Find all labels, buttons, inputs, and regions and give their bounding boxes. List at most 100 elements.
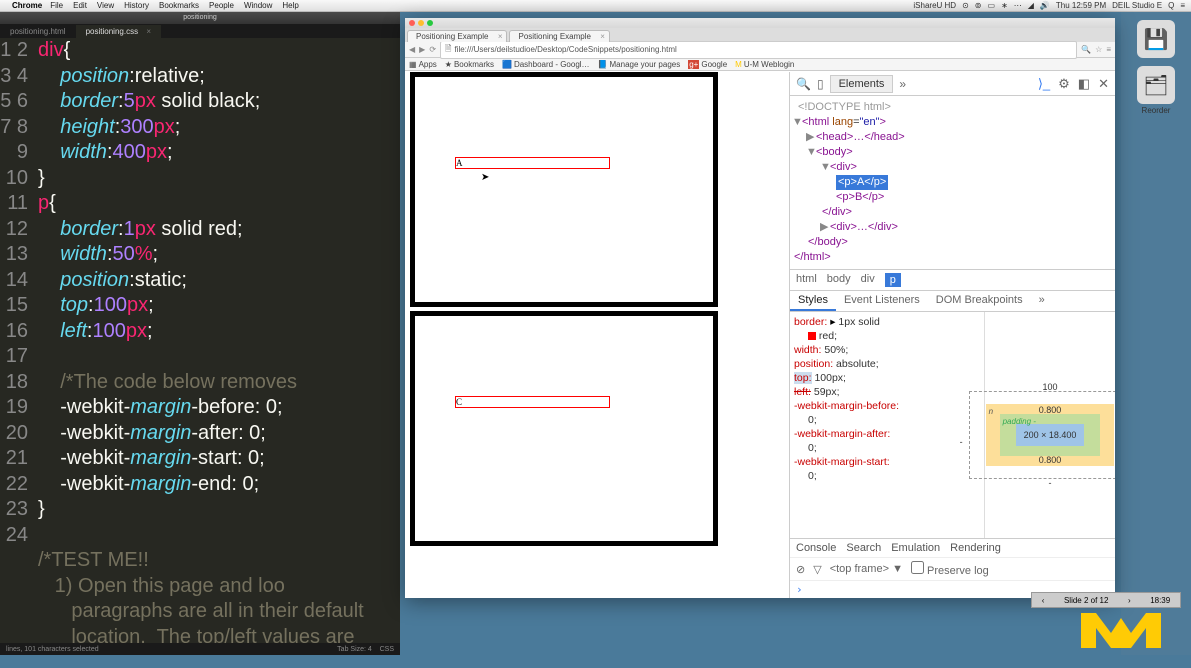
tab-positioning-css[interactable]: positioning.css ×: [76, 25, 161, 38]
dashboard-bookmark[interactable]: 🟦 Dashboard - Googl…: [502, 60, 590, 69]
chrome-window: Positioning Example× Positioning Example…: [405, 18, 1115, 598]
app-name[interactable]: Chrome: [12, 1, 42, 10]
filter-icon[interactable]: ▽: [813, 563, 821, 576]
wifi-icon[interactable]: ⊚: [975, 1, 982, 10]
status-syntax[interactable]: CSS: [380, 646, 394, 653]
wifi-signal-icon[interactable]: ◢: [1028, 1, 1034, 10]
dots-icon[interactable]: ⋯: [1014, 1, 1022, 10]
line-gutter: 1 2 3 4 5 6 7 8 9 10 11 12 13 14 15 16 1…: [0, 38, 32, 650]
console-toggle-icon[interactable]: ⟩_: [1038, 76, 1050, 92]
star-icon[interactable]: ☆: [1095, 45, 1102, 54]
zoom-window-icon[interactable]: [427, 20, 433, 26]
menu-people[interactable]: People: [209, 1, 234, 10]
sublime-tabs: positioning.html positioning.css ×: [0, 24, 400, 38]
clock[interactable]: Thu 12:59 PM: [1056, 1, 1106, 10]
desktop-area: 💾 🗂Reorder: [1121, 12, 1191, 655]
url-field[interactable]: 🗎file:///Users/deilstudioe/Desktop/CodeS…: [440, 41, 1077, 59]
crumb-body[interactable]: body: [827, 273, 851, 287]
color-swatch-icon[interactable]: [808, 332, 816, 340]
styles-pane: border: ▸ 1px solid red; width: 50%; pos…: [790, 312, 1115, 538]
dock-icon[interactable]: ◧: [1078, 76, 1090, 92]
sublime-window: positioning positioning.html positioning…: [0, 12, 400, 655]
tab-styles[interactable]: Styles: [790, 291, 836, 311]
code-body[interactable]: div{ position:relative; border:5px solid…: [32, 38, 364, 650]
tab-dom-breakpoints[interactable]: DOM Breakpoints: [928, 291, 1031, 311]
sublime-statusbar: lines, 101 characters selected Tab Size:…: [0, 643, 400, 655]
chrome-tabstrip: Positioning Example× Positioning Example…: [405, 28, 1115, 42]
search-icon[interactable]: 🔍: [796, 77, 811, 91]
device-icon[interactable]: ▯: [817, 77, 824, 91]
dom-tree[interactable]: <!DOCTYPE html> ▼<html lang="en"> ▶<head…: [790, 96, 1115, 269]
desktop-hd-icon[interactable]: 💾: [1131, 20, 1181, 58]
tab-rendering[interactable]: Rendering: [950, 542, 1001, 554]
overflow-icon[interactable]: »: [1031, 291, 1053, 311]
bluetooth-icon[interactable]: ∗: [1001, 1, 1008, 10]
search-icon[interactable]: Q: [1168, 1, 1174, 10]
reload-icon[interactable]: ⟳: [429, 45, 436, 54]
search-icon[interactable]: 🔍: [1081, 45, 1091, 54]
browser-tab[interactable]: Positioning Example×: [407, 30, 507, 42]
bookmarks-folder[interactable]: ★ Bookmarks: [445, 60, 494, 69]
tab-console[interactable]: Console: [796, 542, 836, 554]
menu-view[interactable]: View: [97, 1, 114, 10]
user-name[interactable]: DEIL Studio E: [1112, 1, 1162, 10]
close-tab-icon[interactable]: ×: [498, 32, 503, 41]
clear-console-icon[interactable]: ⊘: [796, 563, 805, 576]
breadcrumb: html body div p: [790, 269, 1115, 290]
tab-positioning-html[interactable]: positioning.html: [0, 25, 76, 38]
menu-icon[interactable]: ≡: [1180, 1, 1185, 10]
crumb-p[interactable]: p: [885, 273, 901, 287]
css-rules[interactable]: border: ▸ 1px solid red; width: 50%; pos…: [790, 312, 985, 538]
box-model: 100 - n 0.800 padding - 200 × 18.400 0.8…: [985, 312, 1115, 538]
tab-search[interactable]: Search: [846, 542, 881, 554]
close-icon[interactable]: ×: [146, 27, 151, 36]
display-icon[interactable]: ▭: [988, 1, 996, 10]
close-tab-icon[interactable]: ×: [600, 32, 605, 41]
tab-emulation[interactable]: Emulation: [891, 542, 940, 554]
status-selection: lines, 101 characters selected: [6, 646, 99, 653]
tab-event-listeners[interactable]: Event Listeners: [836, 291, 928, 311]
mac-menubar: Chrome File Edit View History Bookmarks …: [0, 0, 1191, 12]
frame-selector[interactable]: <top frame> ▼: [830, 563, 903, 575]
preserve-log-checkbox[interactable]: Preserve log: [911, 561, 989, 577]
google-bookmark[interactable]: g+ Google: [688, 60, 727, 69]
apps-bookmark[interactable]: ▦ Apps: [409, 60, 437, 69]
menu-bookmarks[interactable]: Bookmarks: [159, 1, 199, 10]
page-viewport: A ➤ C: [410, 72, 780, 594]
elements-tab[interactable]: Elements: [830, 75, 894, 93]
weblogin-bookmark[interactable]: M U-M Weblogin: [735, 60, 794, 69]
status-icon[interactable]: ⊙: [962, 1, 969, 10]
menu-file[interactable]: File: [50, 1, 63, 10]
desktop-reorder-icon[interactable]: 🗂Reorder: [1131, 66, 1181, 115]
crumb-html[interactable]: html: [796, 273, 817, 287]
menu-window[interactable]: Window: [244, 1, 272, 10]
status-tabsize[interactable]: Tab Size: 4: [337, 646, 372, 653]
menu-help[interactable]: Help: [282, 1, 298, 10]
menu-icon[interactable]: ≡: [1106, 45, 1111, 54]
settings-icon[interactable]: ⚙: [1058, 76, 1070, 92]
close-devtools-icon[interactable]: ✕: [1098, 76, 1109, 92]
close-window-icon[interactable]: [409, 20, 415, 26]
code-editor[interactable]: 1 2 3 4 5 6 7 8 9 10 11 12 13 14 15 16 1…: [0, 38, 400, 650]
styles-tabstrip: Styles Event Listeners DOM Breakpoints »: [790, 290, 1115, 312]
menu-edit[interactable]: Edit: [73, 1, 87, 10]
manage-pages-bookmark[interactable]: 📘 Manage your pages: [598, 60, 681, 69]
back-icon[interactable]: ◀: [409, 45, 415, 54]
menu-history[interactable]: History: [124, 1, 149, 10]
minimize-window-icon[interactable]: [418, 20, 424, 26]
drawer-tabs: Console Search Emulation Rendering: [790, 538, 1115, 557]
forward-icon[interactable]: ▶: [419, 45, 425, 54]
browser-tab[interactable]: Positioning Example×: [509, 30, 609, 42]
rendered-div-2: C: [410, 311, 718, 546]
prev-slide-icon[interactable]: ‹: [1042, 596, 1045, 605]
paragraph-c: C: [455, 396, 610, 408]
crumb-div[interactable]: div: [861, 273, 875, 287]
dom-selected-p[interactable]: <p>A</p>: [792, 175, 1113, 190]
devtools-toolbar: 🔍 ▯ Elements » ⟩_ ⚙ ◧ ✕: [790, 72, 1115, 96]
volume-icon[interactable]: 🔊: [1040, 1, 1050, 10]
console-toolbar: ⊘ ▽ <top frame> ▼ Preserve log: [790, 557, 1115, 580]
chrome-titlebar[interactable]: [405, 18, 1115, 28]
address-bar: ◀ ▶ ⟳ 🗎file:///Users/deilstudioe/Desktop…: [405, 42, 1115, 58]
overflow-icon[interactable]: »: [899, 77, 906, 91]
ishare-indicator: iShareU HD: [913, 1, 956, 10]
